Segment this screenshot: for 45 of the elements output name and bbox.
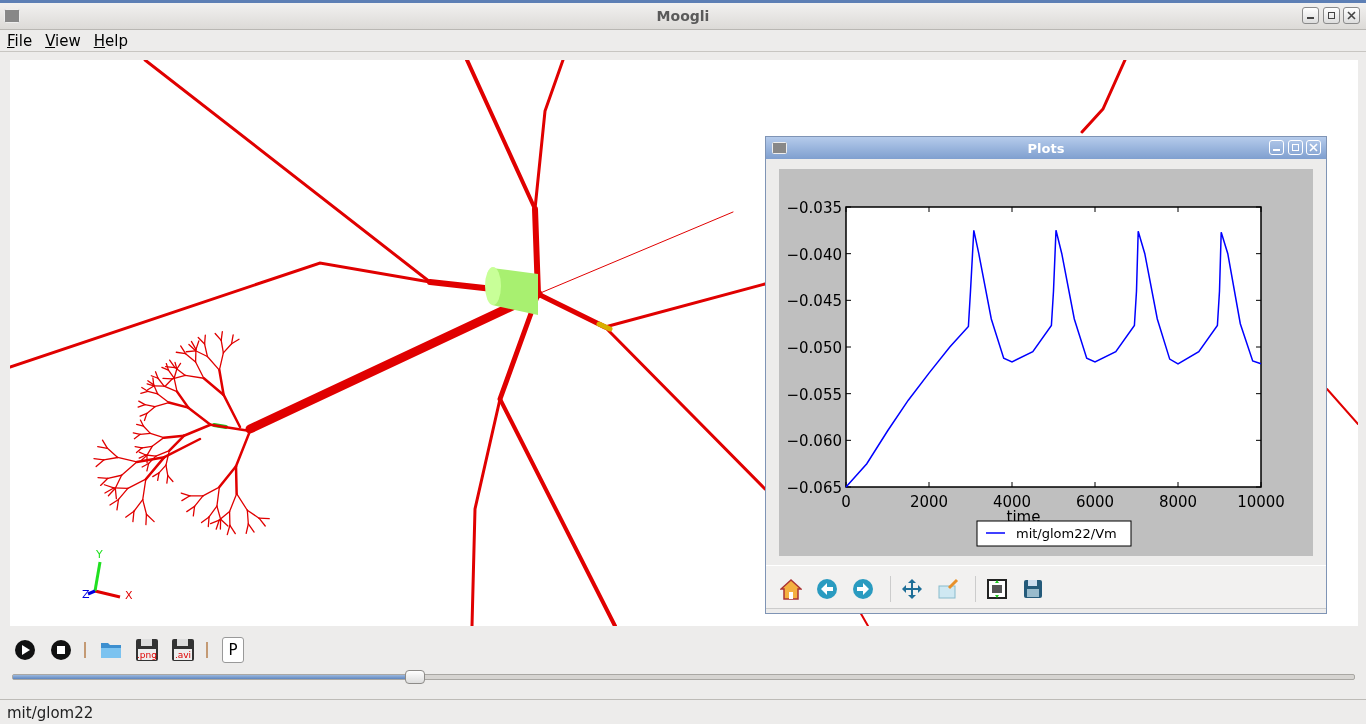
window-title: Plots: [1027, 140, 1065, 156]
tick-label: −0.065: [786, 479, 842, 497]
home-icon: [780, 578, 802, 600]
axis-label: Y: [96, 548, 103, 561]
tick-label: −0.060: [786, 432, 842, 451]
maximize-button[interactable]: [1322, 7, 1340, 24]
menu-item[interactable]: File: [0, 30, 39, 51]
tick-label: 6000: [1075, 493, 1115, 511]
tick-label: 8000: [1158, 493, 1198, 511]
close-icon: [1347, 11, 1356, 20]
tick-label: −0.035: [786, 199, 842, 217]
menu-item[interactable]: View: [38, 30, 87, 51]
axes-drawing: [87, 561, 121, 599]
tick-label: 0: [841, 493, 851, 511]
tick-label: −0.055: [786, 385, 842, 404]
minimize-button[interactable]: [1302, 7, 1319, 24]
stop-icon: [50, 639, 72, 661]
axis-label: Z: [82, 588, 90, 601]
close-button[interactable]: [1343, 7, 1360, 24]
menu-item[interactable]: Help: [86, 30, 134, 51]
tick-label: −0.040: [786, 245, 842, 264]
maximize-icon: [1326, 11, 1336, 20]
window-icon: [772, 142, 787, 154]
tick-label: −0.050: [786, 339, 842, 357]
status-text: mit/glom22: [7, 704, 94, 722]
slider-thumb[interactable]: [405, 670, 426, 684]
play-icon: [14, 639, 36, 661]
zoom-icon: [937, 578, 959, 600]
tick-label: 4000: [992, 493, 1032, 511]
window-title: Moogli: [656, 7, 710, 24]
folder-icon: [100, 641, 122, 659]
move-icon: [901, 578, 923, 600]
axis-label: X: [125, 589, 133, 602]
tick-label: 10000: [1237, 493, 1285, 511]
window-icon: [4, 9, 20, 23]
close-icon: [1309, 143, 1318, 152]
save-icon: [1023, 579, 1043, 599]
plot-button[interactable]: P: [222, 637, 244, 663]
back-icon: [816, 578, 838, 600]
tick-label: −0.045: [786, 292, 842, 311]
tick-label: 2000: [909, 493, 949, 511]
subplots-icon: [986, 578, 1008, 600]
legend-label: mit/glom22/Vm: [1016, 526, 1117, 541]
maximize-icon: [1290, 143, 1300, 152]
forward-icon: [852, 578, 874, 600]
